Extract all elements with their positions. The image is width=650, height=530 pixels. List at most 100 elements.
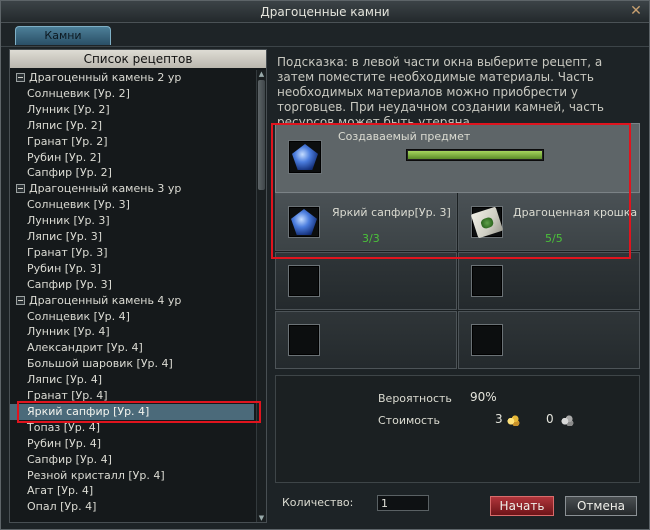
recipe-label: Драгоценный камень 3 ур — [29, 182, 182, 196]
recipe-label: Гранат [Ур. 2] — [27, 134, 108, 148]
scroll-thumb[interactable] — [258, 80, 265, 190]
recipe-label: Лунник [Ур. 2] — [27, 102, 110, 116]
craft-target-area: Создаваемый предмет — [275, 123, 640, 193]
recipe-label: Солнцевик [Ур. 4] — [27, 309, 130, 323]
recipe-item[interactable]: Гранат [Ур. 4] — [10, 388, 254, 404]
recipe-item[interactable]: Большой шаровик [Ур. 4] — [10, 356, 254, 372]
material-slot-6[interactable] — [458, 311, 640, 369]
scroll-down-icon[interactable]: ▼ — [257, 514, 266, 522]
recipe-item[interactable]: Солнцевик [Ур. 4] — [10, 309, 254, 325]
recipe-label: Драгоценный камень 2 ур — [29, 71, 182, 84]
recipe-item[interactable]: Рубин [Ур. 4] — [10, 436, 254, 452]
recipe-label: Рубин [Ур. 4] — [27, 436, 102, 450]
recipe-label: Ляпис [Ур. 2] — [27, 118, 103, 132]
empty-slot — [471, 265, 503, 297]
gem-crafting-window: Драгоценные камни ✕ Камни Список рецепто… — [0, 0, 650, 530]
recipe-item[interactable]: Гранат [Ур. 2] — [10, 134, 254, 150]
cost-label: Стоимость — [378, 414, 440, 427]
gem-icon — [292, 144, 318, 170]
recipe-label: Александрит [Ур. 4] — [27, 341, 143, 355]
cost-silver-value: 0 — [546, 412, 554, 426]
recipe-label: Агат [Ур. 4] — [27, 484, 94, 498]
recipe-item[interactable]: Резной кристалл [Ур. 4] — [10, 468, 254, 484]
material-slot-4[interactable] — [458, 252, 640, 310]
recipe-label: Большой шаровик [Ур. 4] — [27, 357, 173, 371]
craft-progress-bar — [406, 149, 544, 161]
collapse-icon[interactable] — [16, 73, 25, 82]
recipe-item[interactable]: Ляпис [Ур. 4] — [10, 372, 254, 388]
recipe-item[interactable]: Опал [Ур. 4] — [10, 499, 254, 515]
cost-gold-value: 3 — [495, 412, 503, 426]
recipe-label: Драгоценный камень 4 ур — [29, 293, 182, 307]
scroll-up-icon[interactable]: ▲ — [257, 70, 266, 78]
quantity-input[interactable] — [377, 495, 429, 511]
material-slot-1[interactable]: Яркий сапфир[Ур. 3] 3/3 — [275, 193, 457, 251]
recipe-item[interactable]: Сапфир [Ур. 2] — [10, 165, 254, 181]
recipe-item[interactable]: Лунник [Ур. 4] — [10, 324, 254, 340]
recipe-item[interactable]: Агат [Ур. 4] — [10, 483, 254, 499]
info-panel: Вероятность 90% Стоимость 3 0 — [275, 375, 640, 483]
recipe-item[interactable]: Рубин [Ур. 2] — [10, 150, 254, 166]
close-icon[interactable]: ✕ — [629, 4, 643, 18]
window-titlebar[interactable]: Драгоценные камни ✕ — [1, 1, 649, 23]
probability-label: Вероятность — [378, 392, 452, 405]
tab-gems[interactable]: Камни — [15, 26, 111, 45]
empty-slot — [288, 265, 320, 297]
recipe-item[interactable]: Солнцевик [Ур. 3] — [10, 197, 254, 213]
recipe-item[interactable]: Александрит [Ур. 4] — [10, 340, 254, 356]
recipe-group[interactable]: Драгоценный камень 3 ур — [10, 181, 254, 197]
material-slot-1-icon-frame — [288, 206, 320, 238]
recipe-label: Ляпис [Ур. 4] — [27, 373, 103, 387]
start-button[interactable]: Начать — [490, 496, 554, 516]
material-slot-5[interactable] — [275, 311, 457, 369]
quantity-label: Количество: — [282, 496, 354, 509]
recipe-label: Солнцевик [Ур. 3] — [27, 198, 130, 212]
recipe-label: Резной кристалл [Ур. 4] — [27, 468, 165, 482]
material-slot-2-icon-frame — [470, 206, 504, 239]
empty-slot — [288, 324, 320, 356]
recipe-item[interactable]: Сапфир [Ур. 4] — [10, 452, 254, 468]
recipe-list-header: Список рецептов — [10, 50, 266, 68]
recipe-label: Сапфир [Ур. 2] — [27, 166, 112, 180]
recipe-group[interactable]: Драгоценный камень 4 ур — [10, 293, 254, 309]
recipe-label: Ляпис [Ур. 3] — [27, 230, 103, 243]
scroll-icon — [470, 206, 504, 239]
recipe-panel: Список рецептов Драгоценный камень 2 ур С… — [9, 49, 267, 523]
recipe-item[interactable]: Ляпис [Ур. 2] — [10, 118, 254, 134]
material-grid: Яркий сапфир[Ур. 3] 3/3 Драгоценная крош… — [275, 193, 640, 369]
recipe-item[interactable]: Гранат [Ур. 3] — [10, 245, 254, 261]
recipe-label: Сапфир [Ур. 3] — [27, 277, 112, 291]
material-slot-2[interactable]: Драгоценная крошка 5/5 — [458, 193, 640, 251]
probability-value: 90% — [470, 390, 497, 404]
recipe-item[interactable]: Топаз [Ур. 4] — [10, 420, 254, 436]
recipe-list[interactable]: Драгоценный камень 2 ур Солнцевик [Ур. 2]… — [10, 70, 254, 522]
material-count: 3/3 — [362, 232, 380, 245]
collapse-icon[interactable] — [16, 184, 25, 194]
empty-slot — [471, 324, 503, 356]
recipe-item[interactable]: Яркий сапфир [Ур. 4] — [10, 403, 254, 420]
recipe-scrollbar[interactable]: ▲ ▼ — [256, 70, 266, 522]
material-name: Драгоценная крошка — [513, 206, 638, 219]
recipe-label: Гранат [Ур. 4] — [27, 389, 108, 402]
craft-result-slot[interactable] — [288, 140, 322, 174]
recipe-label: Яркий сапфир [Ур. 4] — [27, 404, 150, 418]
recipe-label: Сапфир [Ур. 4] — [27, 452, 112, 466]
collapse-icon[interactable] — [16, 295, 25, 305]
recipe-item[interactable]: Солнцевик [Ур. 2] — [10, 86, 254, 102]
recipe-item[interactable]: Лунник [Ур. 3] — [10, 213, 254, 229]
cancel-button[interactable]: Отмена — [565, 496, 637, 516]
hint-text: Подсказка: в левой части окна выберите р… — [277, 55, 604, 129]
gold-coin-icon — [506, 414, 520, 426]
material-name: Яркий сапфир[Ур. 3] — [332, 206, 451, 219]
recipe-item[interactable]: Ляпис [Ур. 3] — [10, 229, 254, 245]
recipe-item[interactable]: Рубин [Ур. 3] — [10, 261, 254, 277]
recipe-label: Солнцевик [Ур. 2] — [27, 86, 130, 100]
silver-coin-icon — [560, 414, 574, 426]
recipe-group[interactable]: Драгоценный камень 2 ур — [10, 70, 254, 86]
recipe-item[interactable]: Сапфир [Ур. 3] — [10, 277, 254, 293]
recipe-label: Лунник [Ур. 4] — [27, 325, 110, 339]
recipe-label: Топаз [Ур. 4] — [27, 420, 100, 434]
recipe-item[interactable]: Лунник [Ур. 2] — [10, 102, 254, 118]
material-slot-3[interactable] — [275, 252, 457, 310]
material-count: 5/5 — [545, 232, 563, 245]
